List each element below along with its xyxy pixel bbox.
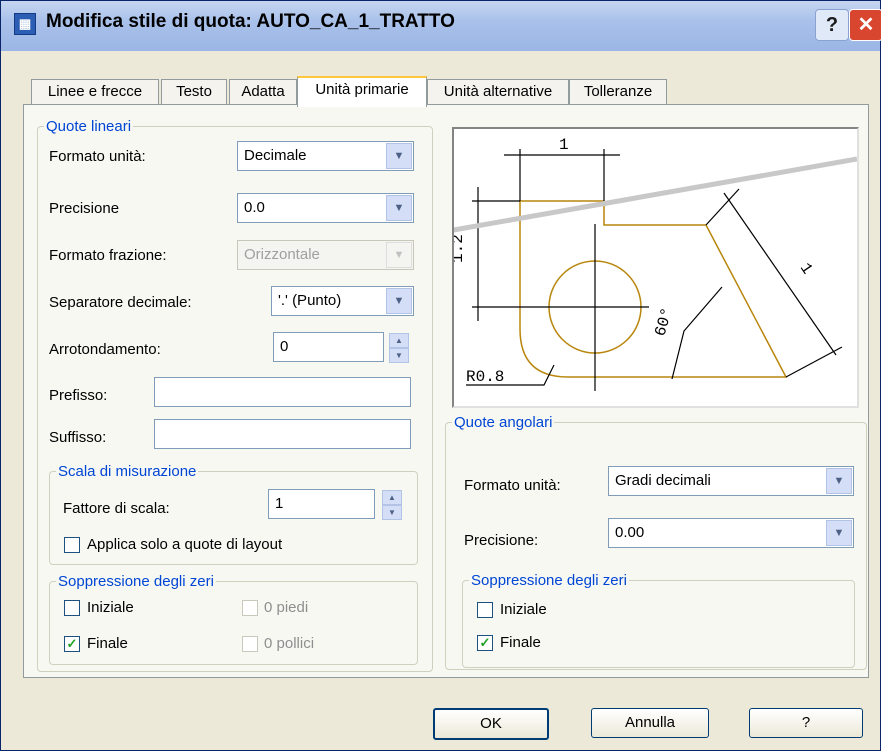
title-bar[interactable]: ▦ Modifica stile di quota: AUTO_CA_1_TRA… (1, 1, 881, 51)
angle-dimension (671, 286, 723, 380)
chevron-down-icon[interactable]: ▼ (826, 520, 852, 546)
angular-unit-format-label: Formato unità: (464, 477, 561, 494)
spin-down-icon[interactable]: ▼ (389, 348, 409, 363)
help-button[interactable]: ? (749, 708, 863, 738)
trailing-zero-label: Finale (87, 635, 128, 652)
chevron-down-icon[interactable]: ▼ (826, 468, 852, 494)
dimension-line (723, 192, 837, 356)
chevron-down-icon[interactable]: ▼ (386, 143, 412, 169)
decimal-separator-label: Separatore decimale: (49, 294, 192, 311)
dim-angle-text: 60° (652, 306, 677, 339)
window-title: Modifica stile di quota: AUTO_CA_1_TRATT… (46, 11, 455, 32)
fraction-format-label: Formato frazione: (49, 247, 167, 264)
spin-up-icon[interactable]: ▲ (382, 490, 402, 505)
feet-zero-checkbox[interactable] (242, 600, 258, 616)
preview-drawing: 1 1.2 1 60° R0.8 (413, 136, 858, 391)
dimension-preview: 1 1.2 1 60° R0.8 (413, 127, 859, 408)
trailing-zero-checkbox[interactable]: ✓ (64, 636, 80, 652)
layout-only-label: Applica solo a quote di layout (87, 536, 283, 553)
leading-zero-checkbox[interactable] (64, 600, 80, 616)
angular-precision-label: Precisione: (464, 532, 539, 549)
angular-trailing-zero-checkbox[interactable]: ✓ (477, 635, 493, 651)
unit-format-select[interactable]: Decimale ▼ (237, 141, 414, 171)
angular-leading-zero-checkbox[interactable] (477, 602, 493, 618)
fraction-format-select[interactable]: Orizzontale ▼ (237, 240, 414, 270)
part-shape (519, 200, 788, 378)
angular-dims-legend: Quote angolari (454, 414, 553, 431)
app-icon: ▦ (14, 13, 36, 35)
round-off-value: 0 (280, 338, 289, 355)
scale-factor-input[interactable]: 1 (268, 489, 375, 519)
prefix-input[interactable] (154, 377, 411, 407)
cancel-button[interactable]: Annulla (591, 708, 709, 738)
suffix-input[interactable] (154, 419, 411, 449)
help-title-button[interactable]: ? (815, 9, 849, 41)
scale-factor-label: Fattore di scala: (63, 500, 170, 517)
suffix-label: Suffisso: (49, 429, 107, 446)
tab-linee-e-frecce[interactable]: Linee e frecce (31, 79, 159, 104)
tab-unita-primarie[interactable]: Unità primarie (297, 76, 427, 107)
dim-left-text: 1.2 (454, 234, 467, 263)
prefix-label: Prefisso: (49, 387, 108, 404)
angular-unit-format-value: Gradi decimali (615, 472, 711, 489)
round-off-spinner[interactable]: ▲ ▼ (389, 333, 409, 363)
precision-select[interactable]: 0.0 ▼ (237, 193, 414, 223)
inches-zero-label: 0 pollici (264, 635, 315, 652)
chevron-down-icon: ▼ (386, 242, 412, 268)
decimal-separator-select[interactable]: '.' (Punto) ▼ (271, 286, 414, 316)
measurement-scale-legend: Scala di misurazione (58, 463, 197, 480)
chevron-down-icon[interactable]: ▼ (386, 195, 412, 221)
spin-down-icon[interactable]: ▼ (382, 505, 402, 520)
spin-up-icon[interactable]: ▲ (389, 333, 409, 348)
angular-unit-format-select[interactable]: Gradi decimali ▼ (608, 466, 854, 496)
dim-radius-text: R0.8 (466, 368, 504, 386)
dim-right-text: 1 (796, 260, 816, 278)
scale-factor-value: 1 (275, 495, 284, 512)
fraction-format-value: Orizzontale (244, 246, 320, 263)
precision-value: 0.0 (244, 199, 265, 216)
linear-zero-suppression-legend: Soppressione degli zeri (58, 573, 214, 590)
round-off-input[interactable]: 0 (273, 332, 384, 362)
part-outline (519, 200, 788, 378)
tab-testo[interactable]: Testo (161, 79, 227, 104)
dim-top-text: 1 (559, 136, 569, 154)
round-off-label: Arrotondamento: (49, 341, 161, 358)
tab-unita-alternative[interactable]: Unità alternative (427, 79, 569, 104)
angular-trailing-zero-label: Finale (500, 634, 541, 651)
inches-zero-checkbox[interactable] (242, 636, 258, 652)
angular-precision-value: 0.00 (615, 524, 645, 541)
tab-adatta[interactable]: Adatta (229, 79, 297, 104)
chevron-down-icon[interactable]: ▼ (386, 288, 412, 314)
linear-dims-legend: Quote lineari (46, 118, 132, 135)
angular-zero-suppression-group: Soppressione degli zeri (462, 572, 855, 668)
decimal-separator-value: '.' (Punto) (278, 292, 342, 309)
layout-only-checkbox[interactable] (64, 537, 80, 553)
dialog-window: ▦ Modifica stile di quota: AUTO_CA_1_TRA… (0, 0, 881, 751)
feet-zero-label: 0 piedi (264, 599, 309, 616)
precision-label: Precisione (49, 200, 120, 217)
scale-factor-spinner[interactable]: ▲ ▼ (382, 490, 402, 520)
angular-zero-suppression-legend: Soppressione degli zeri (471, 572, 627, 589)
leading-zero-label: Iniziale (87, 599, 134, 616)
tab-tolleranze[interactable]: Tolleranze (569, 79, 667, 104)
angular-leading-zero-label: Iniziale (500, 601, 547, 618)
unit-format-label: Formato unità: (49, 148, 146, 165)
ok-button[interactable]: OK (433, 708, 549, 740)
angular-precision-select[interactable]: 0.00 ▼ (608, 518, 854, 548)
close-button[interactable]: ✕ (849, 9, 881, 41)
unit-format-value: Decimale (244, 147, 307, 164)
